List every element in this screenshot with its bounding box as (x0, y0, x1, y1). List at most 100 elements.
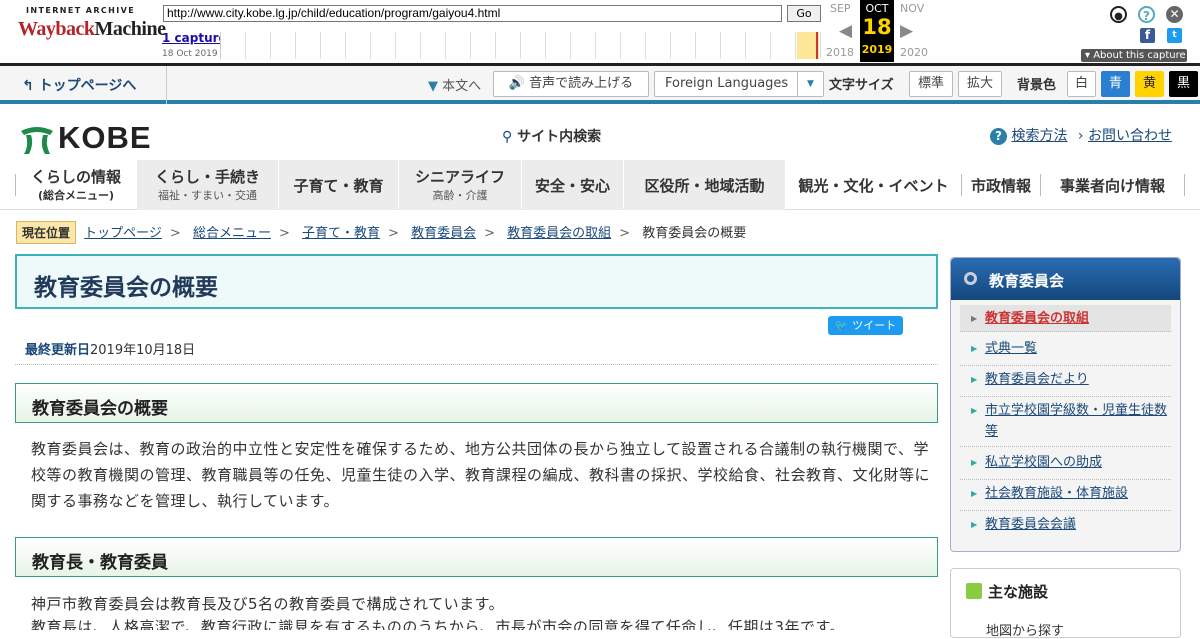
sidebar-item-label: 私立学校園への助成 (985, 455, 1103, 470)
nav-divider (15, 174, 16, 196)
skip-to-content-label: 本文へ (442, 79, 482, 94)
wayback-go-button[interactable]: Go (787, 5, 821, 22)
nav-sub-label: 福祉・すまい・交通 (158, 189, 257, 202)
section-text: 教育長は、人格高潔で、教育行政に識見を有するもののうちから、市長が市会の同意を得… (31, 618, 845, 630)
site-search-label: サイト内検索 (517, 129, 602, 145)
next-arrow-icon[interactable]: ▶ (900, 21, 913, 41)
sidebar-item-label: 式典一覧 (985, 341, 1038, 356)
wayback-prev-month[interactable]: SEP (830, 2, 851, 15)
facebook-icon[interactable]: f (1140, 28, 1155, 43)
nav-item-life-info[interactable]: くらしの情報 (総合メニュー) (20, 160, 132, 210)
breadcrumb-link[interactable]: トップページ (84, 226, 162, 241)
close-icon[interactable]: ✕ (1166, 6, 1183, 23)
nav-divider (1184, 174, 1185, 196)
nav-item-procedures[interactable]: くらし・手続き 福祉・すまい・交通 (137, 160, 278, 210)
nav-main-label: 区役所・地域活動 (644, 177, 765, 195)
section-heading: 教育委員会の概要 (15, 383, 938, 423)
nav-item-childcare[interactable]: 子育て・教育 (279, 160, 398, 210)
search-icon: ⚲ (502, 129, 513, 145)
nav-item-business[interactable]: 事業者向け情報 (1041, 160, 1184, 210)
top-page-link[interactable]: ↰ トップページへ (22, 75, 136, 95)
bg-white-button[interactable]: 白 (1067, 71, 1096, 97)
nav-item-ward-office[interactable]: 区役所・地域活動 (624, 160, 785, 210)
wayback-next-year[interactable]: 2020 (900, 46, 928, 59)
triangle-right-icon: ▶ (971, 406, 978, 415)
bg-black-button[interactable]: 黒 (1169, 71, 1198, 97)
contact-link[interactable]: お問い合わせ (1088, 128, 1172, 144)
triangle-right-icon: ▶ (971, 458, 978, 467)
sidebar-item[interactable]: ▶ 私立学校園への助成 (960, 451, 1171, 480)
nav-item-safety[interactable]: 安全・安心 (522, 160, 623, 210)
sidebar-item[interactable]: ▶ 教育委員会だより (960, 368, 1171, 397)
search-method-link[interactable]: 検索方法 (1011, 128, 1067, 144)
languages-select[interactable]: Foreign Languages ▼ (654, 71, 824, 97)
breadcrumb-link[interactable]: 総合メニュー (193, 226, 271, 241)
nav-item-tourism[interactable]: 観光・文化・イベント (786, 160, 961, 210)
help-icon[interactable]: ? (1138, 6, 1155, 23)
prev-arrow-icon[interactable]: ◀ (839, 21, 852, 41)
breadcrumb-link[interactable]: 子育て・教育 (302, 226, 380, 241)
wayback-sparkline[interactable] (220, 32, 824, 59)
wayback-next-month[interactable]: NOV (900, 2, 924, 15)
breadcrumb-link[interactable]: 教育委員会 (411, 226, 476, 241)
voice-read-button[interactable]: 🔊 音声で読み上げる (493, 71, 649, 97)
facilities-title: 主な施設 (966, 581, 1048, 602)
header-links: ? 検索方法 › お問い合わせ (990, 125, 1172, 145)
breadcrumb-separator: > (388, 226, 399, 241)
wayback-about-button[interactable]: ▾ About this capture (1081, 49, 1187, 62)
nav-main-label: 観光・文化・イベント (798, 177, 949, 195)
updated-label: 最終更新日 (25, 343, 91, 358)
wayback-current-date: OCT 18 2019 (860, 0, 894, 62)
logo-text: KOBE (58, 120, 152, 155)
wayback-url-input[interactable]: http://www.city.kobe.lg.jp/child/educati… (163, 5, 782, 22)
sidebar-title-label: 教育委員会 (989, 272, 1065, 290)
sidebar-item[interactable]: ▶ 社会教育施設・体育施設 (960, 482, 1171, 511)
sidebar-item-current[interactable]: ▶ 教育委員会の取組 (960, 305, 1171, 332)
user-icon[interactable]: ● (1110, 6, 1127, 23)
breadcrumb-label: 現在位置 (16, 221, 77, 244)
sidebar-item[interactable]: ▶ 式典一覧 (960, 337, 1171, 366)
wayback-logo-b: Machine (94, 18, 166, 40)
bg-yellow-button[interactable]: 黄 (1135, 71, 1164, 97)
nav-item-city-admin[interactable]: 市政情報 (962, 160, 1040, 210)
font-large-button[interactable]: 拡大 (958, 71, 1002, 97)
nav-main-label: 市政情報 (970, 177, 1031, 195)
chevron-right-icon: › (1077, 128, 1084, 144)
wayback-cur-year: 2019 (861, 43, 893, 56)
nav-item-senior[interactable]: シニアライフ 高齢・介護 (399, 160, 521, 210)
breadcrumb-link[interactable]: 教育委員会の取組 (507, 226, 611, 241)
skip-to-content-link[interactable]: ▼ 本文へ (428, 75, 481, 94)
global-nav: くらしの情報 (総合メニュー) くらし・手続き 福祉・すまい・交通 子育て・教育 シ… (0, 160, 1200, 210)
voice-read-label: 音声で読み上げる (529, 76, 634, 91)
triangle-right-icon: ▶ (971, 314, 978, 323)
bg-blue-button[interactable]: 青 (1101, 71, 1130, 97)
breadcrumb-separator: > (169, 226, 181, 241)
sidebar-title: 教育委員会 (951, 258, 1180, 300)
wayback-about-label: About this capture (1093, 50, 1186, 61)
font-normal-button[interactable]: 標準 (909, 71, 953, 97)
chevron-down-icon: ▼ (797, 72, 823, 96)
wayback-prev-year[interactable]: 2018 (826, 46, 854, 59)
acc-divider (166, 66, 167, 104)
sidebar-item-label: 教育委員会だより (985, 372, 1089, 387)
accessibility-bar: ↰ トップページへ ▼ 本文へ 🔊 音声で読み上げる Foreign Langu… (0, 66, 1200, 104)
nav-main-label: 安全・安心 (534, 177, 610, 195)
ring-icon (964, 272, 977, 285)
last-updated: 最終更新日2019年10月18日 (15, 339, 938, 365)
nav-main-label: 子育て・教育 (293, 177, 384, 195)
twitter-bird-icon: 🐦 (834, 319, 849, 332)
site-search-button[interactable]: ⚲ サイト内検索 (502, 126, 601, 146)
wayback-logo-top: INTERNET ARCHIVE (26, 6, 136, 15)
twitter-icon[interactable]: t (1167, 28, 1182, 43)
speaker-icon: 🔊 (508, 76, 526, 91)
wayback-logo[interactable]: INTERNET ARCHIVE WaybackMachine (18, 6, 166, 52)
wayback-captures-link[interactable]: 1 capture (162, 31, 227, 45)
sidebar-item-label: 社会教育施設・体育施設 (985, 486, 1129, 501)
sidebar-item[interactable]: ▶ 教育委員会会議 (960, 513, 1171, 540)
tweet-button[interactable]: 🐦 ツイート (828, 316, 903, 335)
wayback-capture-date: 18 Oct 2019 (162, 49, 218, 59)
top-page-label: トップページへ (38, 78, 137, 94)
page-title-box: 教育委員会の概要 (15, 254, 938, 309)
kobe-logo[interactable]: KOBE (18, 120, 158, 156)
sidebar-item[interactable]: ▶ 市立学校園学級数・児童生徒数等 (960, 399, 1171, 447)
